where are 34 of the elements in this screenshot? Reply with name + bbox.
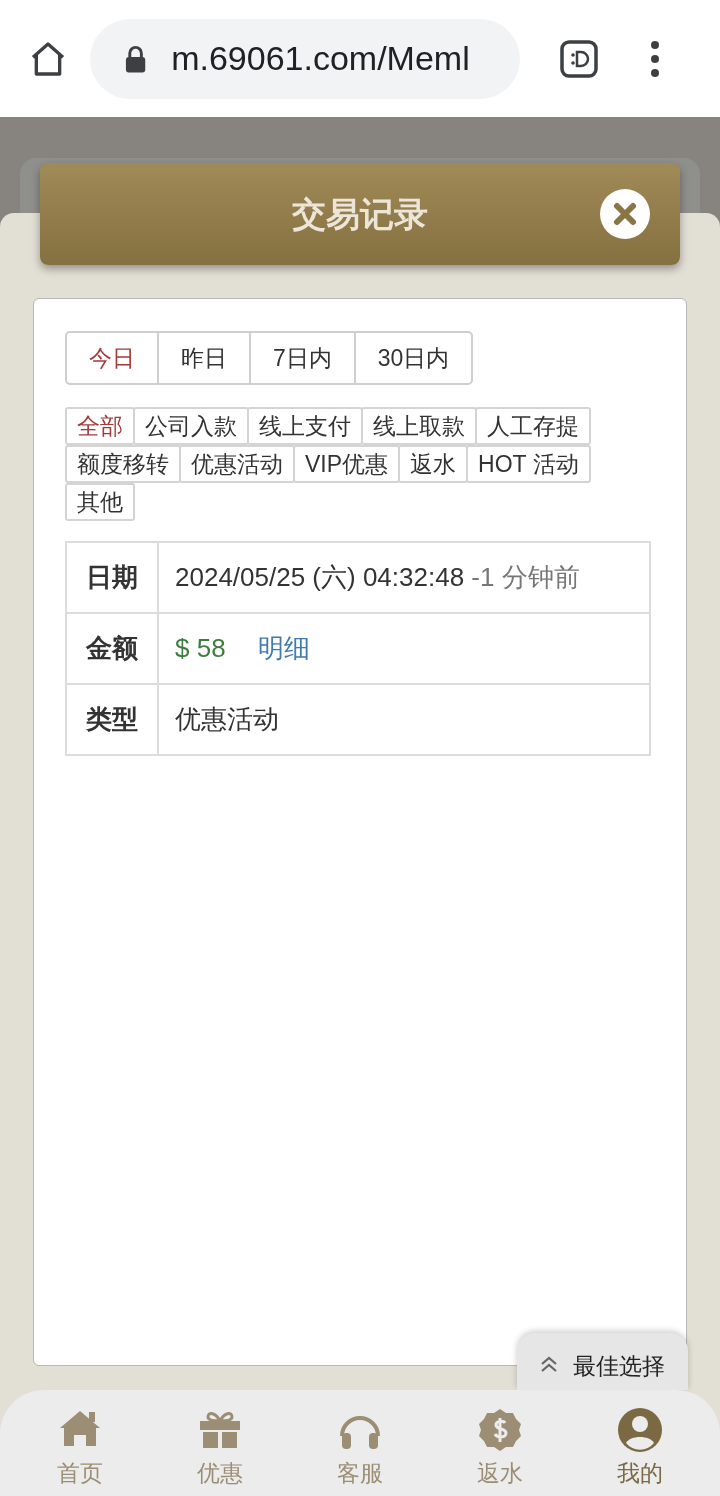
address-bar[interactable]: m.69061.com/Meml (90, 18, 520, 99)
category-tab[interactable]: 返水 (398, 445, 469, 483)
period-tab[interactable]: 昨日 (157, 333, 249, 383)
period-tab[interactable]: 7日内 (249, 333, 354, 383)
close-button[interactable] (600, 189, 650, 239)
field-label: 类型 (66, 684, 158, 755)
tab-switcher-icon[interactable] (560, 39, 598, 78)
amount-value: $ 58 (175, 633, 226, 663)
category-tab[interactable]: 人工存提 (475, 407, 591, 445)
period-tab[interactable]: 30日内 (353, 333, 472, 383)
lock-icon (124, 44, 148, 73)
date-cell: 2024/05/25 (六) 04:32:48 -1 分钟前 (158, 542, 650, 613)
table-cell: 优惠活动 (158, 684, 650, 755)
category-tab[interactable]: VIP优惠 (293, 445, 401, 483)
category-tab[interactable]: 全部 (65, 407, 135, 445)
floating-button[interactable]: 最佳选择 (517, 1333, 688, 1390)
close-icon (612, 201, 638, 227)
url-text: m.69061.com/Meml (171, 38, 471, 79)
category-tab[interactable]: HOT 活动 (466, 445, 591, 483)
double-chevron-up-icon (539, 1354, 559, 1374)
field-label: 日期 (66, 542, 158, 613)
menu-icon[interactable] (650, 40, 660, 77)
category-tab[interactable]: 公司入款 (133, 407, 249, 445)
detail-link[interactable]: 明细 (257, 633, 310, 663)
user-icon (615, 1406, 665, 1454)
field-label: 金额 (66, 613, 158, 684)
category-tab[interactable]: 线上支付 (247, 407, 363, 445)
category-tab[interactable]: 额度移转 (65, 445, 181, 483)
period-tab[interactable]: 今日 (67, 333, 157, 383)
dialog-title: 交易记录 (292, 193, 428, 235)
category-tab[interactable]: 线上取款 (361, 407, 477, 445)
category-tab[interactable]: 优惠活动 (179, 445, 295, 483)
nav-item[interactable]: 我的 (590, 1406, 690, 1496)
category-tab[interactable]: 其他 (65, 483, 135, 521)
